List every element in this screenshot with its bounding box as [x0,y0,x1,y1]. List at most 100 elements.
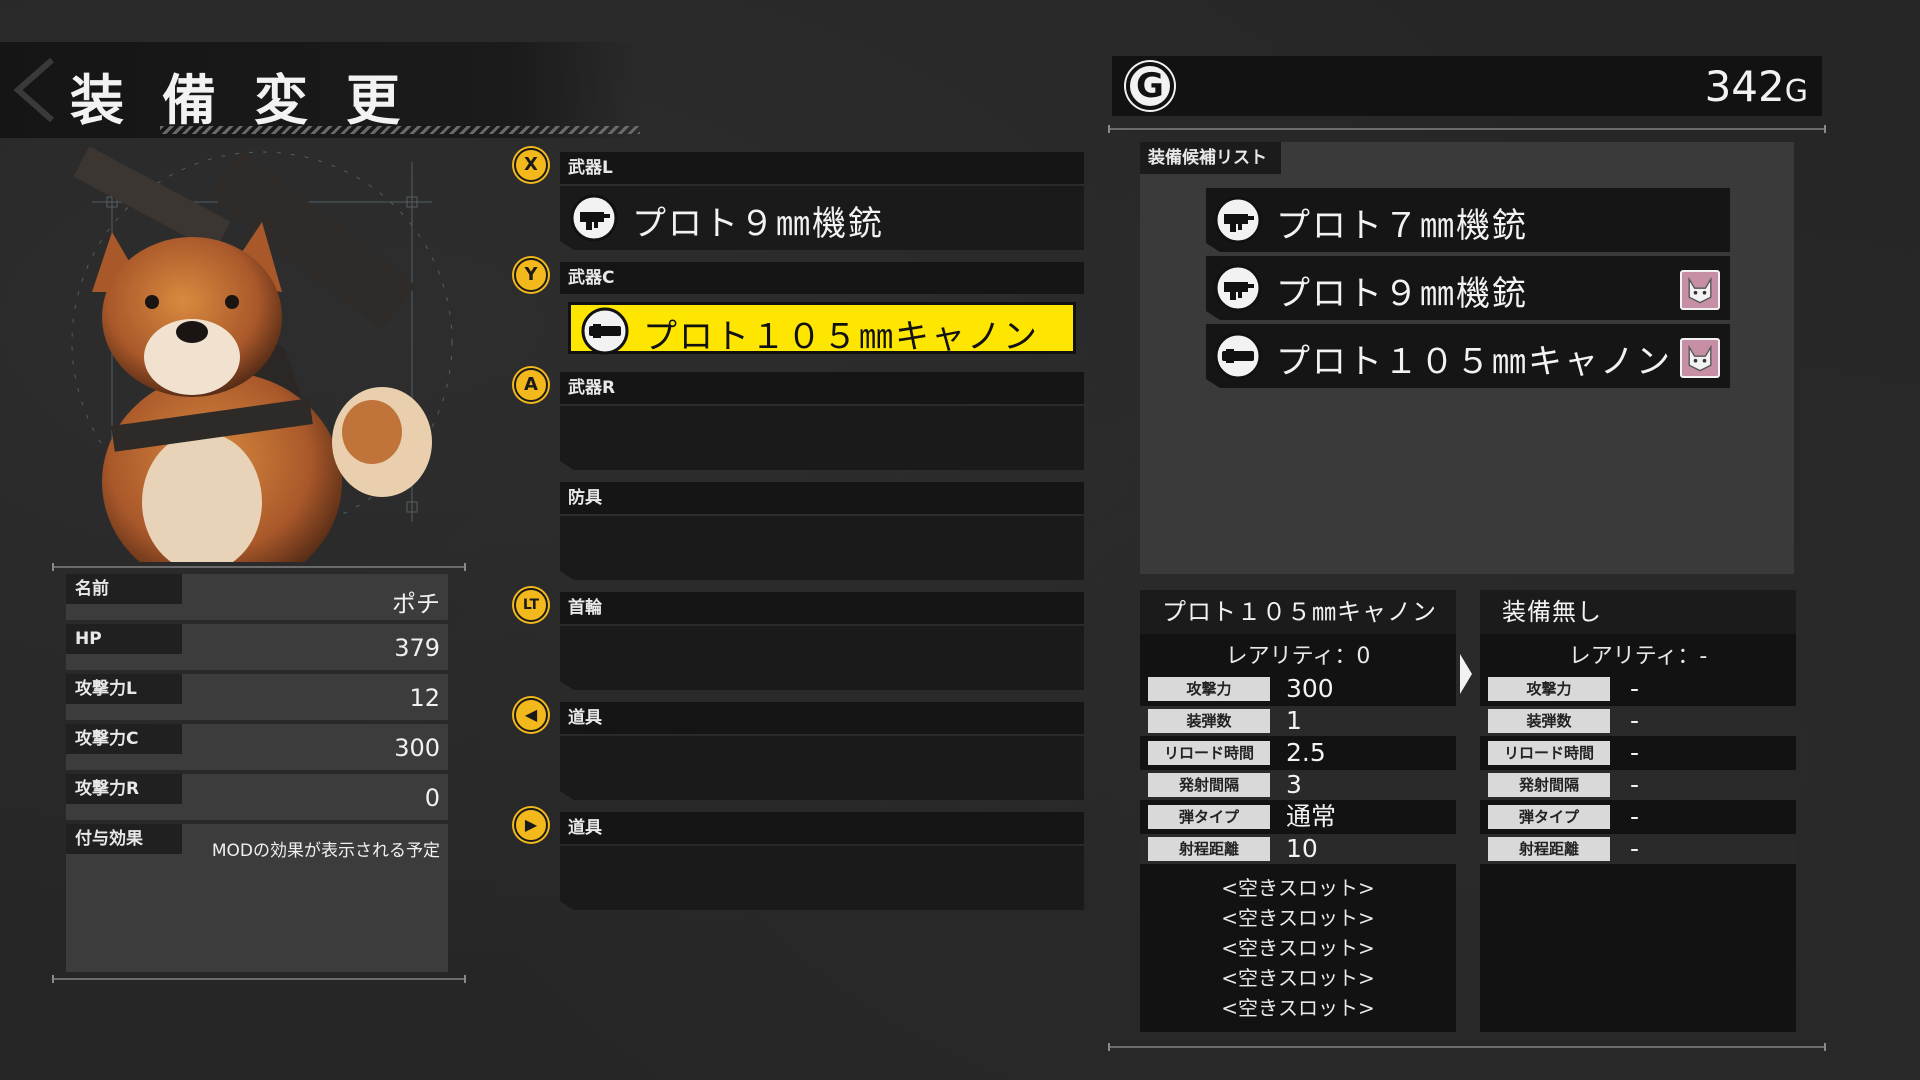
compare-value: 2.5 [1286,738,1326,767]
stat-attack-c: 攻撃力C 300 [66,724,448,770]
stat-hp: HP 379 [66,624,448,670]
slot-header-item-1: 道具 [560,702,1084,734]
stat-attack-r: 攻撃力R 0 [66,774,448,820]
a-button-icon: A [514,368,548,402]
compare-row: 弾タイプ - [1480,802,1796,832]
compare-key: 発射間隔 [1488,773,1610,797]
slot-header-weapon-l: 武器L [560,152,1084,184]
stat-label: 攻撃力R [66,774,182,804]
compare-value: 通常 [1286,802,1337,831]
slot-header-item-2: 道具 [560,812,1084,844]
candidate-name: プロト１０５㎜キャノン [1276,342,1672,382]
slot-header-collar: 首輪 [560,592,1084,624]
compare-row: 射程距離 - [1480,834,1796,864]
compare-row: 弾タイプ 通常 [1140,802,1456,832]
compare-item-name: 装備無し [1480,590,1796,634]
candidate-list-title: 装備候補リスト [1140,142,1281,174]
stat-label: 名前 [66,574,182,604]
slot-weapon-l[interactable]: プロト９㎜機銃 [560,186,1084,250]
compare-row: 射程距離 10 [1140,834,1456,864]
machine-gun-icon [570,194,618,242]
gold-unit: G [1784,74,1808,109]
page-title: 装備変更 [70,69,438,132]
compare-key: リロード時間 [1488,741,1610,765]
compare-value: 300 [1286,674,1334,703]
stat-value: 12 [409,684,440,712]
empty-mod-slot: <空きスロット> [1221,906,1375,930]
candidate-item[interactable]: プロト９㎜機銃 [1206,256,1730,320]
compare-row: 装弾数 1 [1140,706,1456,736]
stat-label: 攻撃力L [66,674,182,704]
compare-arrow-icon [1460,654,1472,694]
slot-header-armor: 防具 [560,482,1084,514]
compare-key: 攻撃力 [1488,677,1610,701]
compare-key: 射程距離 [1488,837,1610,861]
slot-header-weapon-c: 武器C [560,262,1084,294]
stat-label: 攻撃力C [66,724,182,754]
title-chevron-icon [13,57,54,123]
compare-value: - [1630,770,1640,799]
dpad-right-icon: ▶ [514,808,548,842]
compare-item-name: プロト１０５㎜キャノン [1140,590,1456,634]
empty-mod-slot: <空きスロット> [1221,876,1375,900]
compare-value: 1 [1286,706,1302,735]
character-portrait [52,142,472,562]
slot-item-name: プロト１０５㎜キャノン [643,317,1039,357]
compare-value: 3 [1286,770,1302,799]
machine-gun-icon [1214,264,1262,312]
slot-item: プロト９㎜機銃 [560,186,1084,250]
compare-value: - [1630,674,1640,703]
title-hatch-decoration [160,126,640,134]
compare-row: 攻撃力 300 [1140,674,1456,704]
slot-weapon-r[interactable] [560,406,1084,470]
compare-rarity: レアリティ：- [1568,644,1708,669]
x-button-icon: X [514,148,548,182]
compare-value: - [1630,802,1640,831]
portrait-divider [52,563,466,571]
compare-key: 弾タイプ [1488,805,1610,829]
compare-key: リロード時間 [1148,741,1270,765]
compare-value: 10 [1286,834,1318,863]
stat-label: 付与効果 [66,824,182,854]
lt-button-icon: LT [514,588,548,622]
stat-value: 379 [394,634,440,662]
gold-display: G 342G [1112,56,1822,116]
slot-item-1[interactable] [560,736,1084,800]
compare-value: - [1630,738,1640,767]
empty-mod-slot: <空きスロット> [1221,936,1375,960]
gold-divider [1108,125,1826,133]
gold-icon: G [1126,62,1174,110]
slot-armor[interactable] [560,516,1084,580]
stat-name: 名前 ポチ [66,574,448,620]
machine-gun-icon [1214,196,1262,244]
compare-row: 発射間隔 3 [1140,770,1456,800]
gold-amount: 342G [1705,62,1808,111]
compare-value: - [1630,706,1640,735]
y-button-icon: Y [514,258,548,292]
cannon-icon [1214,332,1262,380]
compare-key: 装弾数 [1488,709,1610,733]
compare-row: リロード時間 - [1480,738,1796,768]
stats-divider [52,975,466,983]
slot-item: プロト１０５㎜キャノン [571,305,1073,357]
cannon-icon [581,307,629,355]
stat-effect: 付与効果 MODの効果が表示される予定 [66,824,448,972]
stat-value: MODの効果が表示される予定 [211,841,440,861]
slot-weapon-c-selected[interactable]: プロト１０５㎜キャノン [568,302,1076,357]
compare-row: 攻撃力 - [1480,674,1796,704]
compare-row: 発射間隔 - [1480,770,1796,800]
candidate-item[interactable]: プロト７㎜機銃 [1206,188,1730,252]
candidate-name: プロト７㎜機銃 [1276,206,1528,246]
slot-header-weapon-r: 武器R [560,372,1084,404]
compare-key: 発射間隔 [1148,773,1270,797]
slot-collar[interactable] [560,626,1084,690]
stat-value: ポチ [392,590,440,618]
compare-divider [1108,1043,1826,1051]
slot-item-2[interactable] [560,846,1084,910]
compare-panel-current: 装備無し レアリティ：- 攻撃力 - 装弾数 - リロード時間 - 発射間隔 -… [1480,590,1796,1032]
dpad-left-icon: ◀ [514,698,548,732]
candidate-item[interactable]: プロト１０５㎜キャノン [1206,324,1730,388]
stat-label: HP [66,624,182,654]
compare-key: 装弾数 [1148,709,1270,733]
compare-value: - [1630,834,1640,863]
